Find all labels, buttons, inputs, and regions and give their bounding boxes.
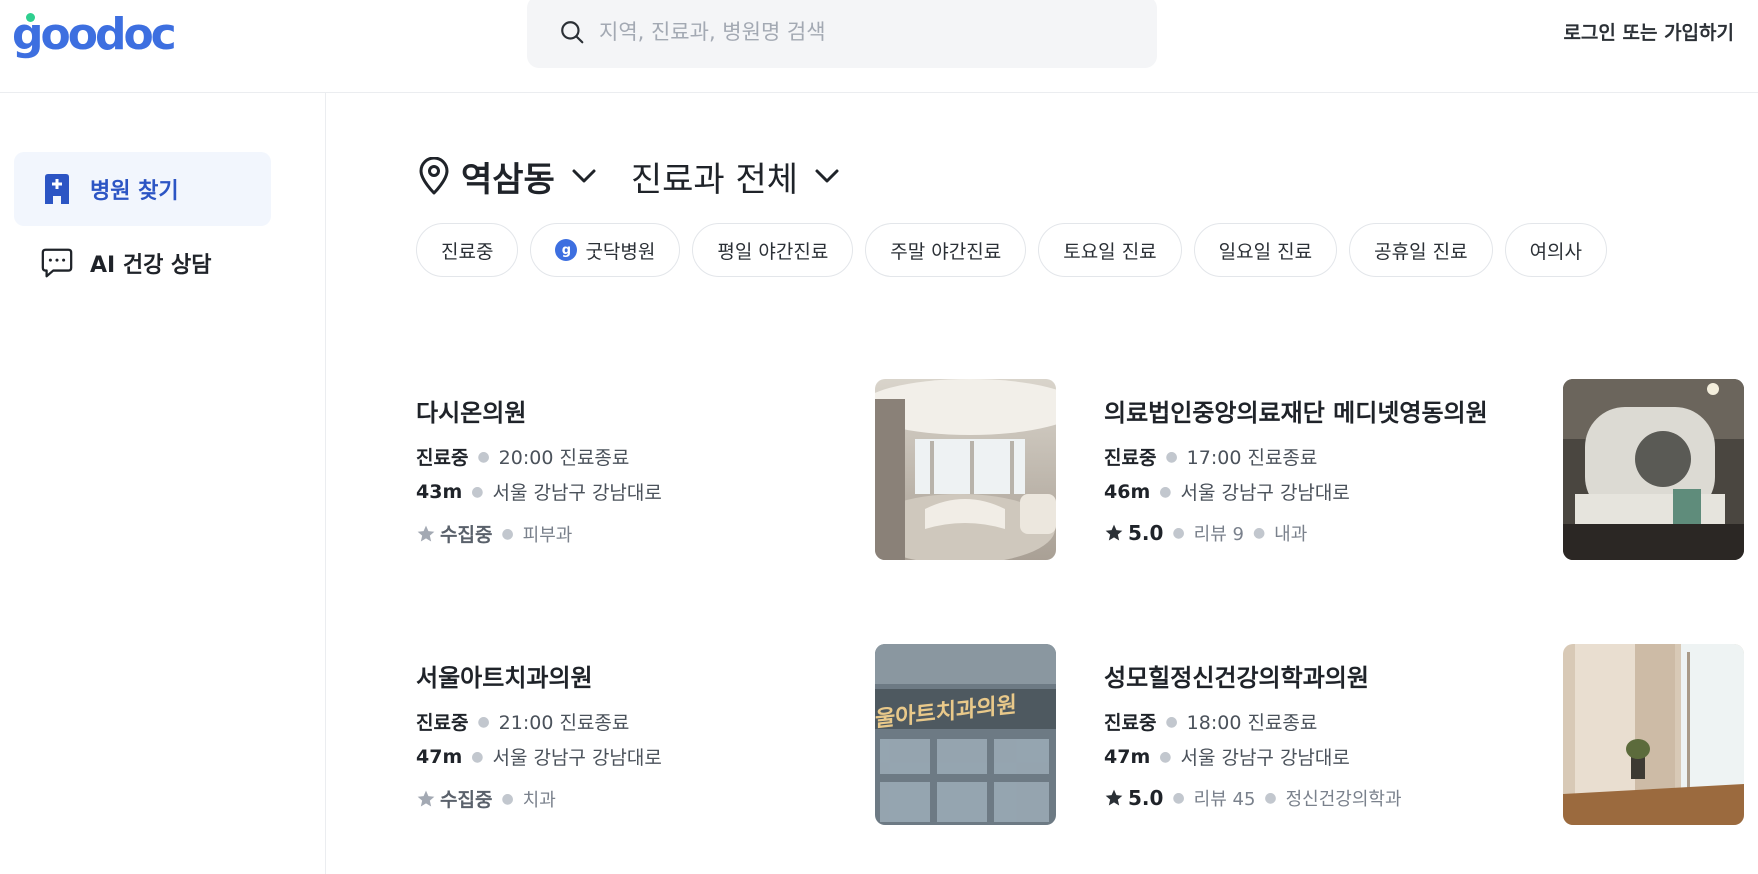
hours-line: 진료중 ● 20:00 진료종료 — [416, 443, 629, 470]
hospital-icon — [40, 172, 74, 206]
address: 서울 강남구 강남대로 — [1180, 482, 1350, 504]
chip-holiday[interactable]: 공휴일 진료 — [1349, 223, 1493, 277]
address-line: 47m ● 서울 강남구 강남대로 — [1104, 743, 1350, 770]
sidebar-item-label: AI 건강 상담 — [90, 253, 212, 278]
hospital-photo — [1563, 379, 1744, 560]
hospital-card[interactable]: 다시온의원 진료중 ● 20:00 진료종료 43m ● 서울 강남구 강남대로 수집중… — [416, 379, 1056, 561]
hospital-name: 성모힐정신건강의학과의원 — [1104, 664, 1369, 692]
main-content: 역삼동 진료과 전체 진료중 g 굿닥병원 평일 야간진료 주말 야간진료 토요일… — [327, 93, 1758, 874]
login-link[interactable]: 로그인 또는 가입하기 — [1563, 18, 1734, 45]
open-status: 진료중 — [416, 712, 469, 734]
hours-line: 진료중 ● 17:00 진료종료 — [1104, 443, 1317, 470]
goodoc-logo[interactable]: goodoc — [12, 9, 177, 60]
star-icon — [417, 525, 435, 541]
hospital-name: 의료법인중앙의료재단 메디넷영동의원 — [1104, 399, 1488, 427]
sidebar-item-label: 병원 찾기 — [90, 179, 179, 204]
meta-line: 수집중 ● 치과 — [416, 785, 556, 812]
closing-time: 20:00 진료종료 — [498, 447, 630, 469]
department: 내과 — [1274, 524, 1308, 545]
address: 서울 강남구 강남대로 — [492, 482, 662, 504]
distance: 47m — [416, 745, 463, 768]
chip-goodoc-hospital[interactable]: g 굿닥병원 — [530, 223, 681, 277]
hospital-name: 다시온의원 — [416, 399, 527, 427]
rating: 5.0 — [1128, 521, 1164, 545]
sidebar-item-ai-consult[interactable]: AI 건강 상담 — [14, 226, 271, 300]
chevron-down-icon[interactable] — [814, 168, 840, 184]
search-icon — [561, 21, 584, 44]
rating: 수집중 — [440, 789, 493, 811]
address-line: 43m ● 서울 강남구 강남대로 — [416, 478, 662, 505]
rating: 수집중 — [440, 524, 493, 546]
meta-line: 5.0 ● 리뷰 9 ● 내과 — [1104, 520, 1307, 546]
open-status: 진료중 — [416, 447, 469, 469]
top-header: goodoc 로그인 또는 가입하기 — [0, 0, 1758, 93]
chip-open-now[interactable]: 진료중 — [416, 223, 519, 277]
meta-line: 5.0 ● 리뷰 45 ● 정신건강의학과 — [1104, 785, 1402, 811]
search-bar[interactable] — [527, 0, 1157, 68]
logo-dot — [26, 13, 35, 22]
hospital-photo: 울아트치과의원 — [875, 644, 1056, 825]
hospital-card[interactable]: 의료법인중앙의료재단 메디넷영동의원 진료중 ● 17:00 진료종료 46m ● 서울… — [1104, 379, 1744, 561]
filter-chips: 진료중 g 굿닥병원 평일 야간진료 주말 야간진료 토요일 진료 일요일 진료 … — [416, 223, 1608, 277]
department: 정신건강의학과 — [1285, 789, 1402, 810]
star-icon — [417, 790, 435, 806]
address-line: 46m ● 서울 강남구 강남대로 — [1104, 478, 1350, 505]
closing-time: 17:00 진료종료 — [1186, 447, 1318, 469]
chip-female-doctor[interactable]: 여의사 — [1504, 223, 1608, 277]
meta-line: 수집중 ● 피부과 — [416, 520, 572, 547]
location-pin-icon — [419, 157, 449, 195]
address-line: 47m ● 서울 강남구 강남대로 — [416, 743, 662, 770]
address: 서울 강남구 강남대로 — [1180, 747, 1350, 769]
distance: 47m — [1104, 745, 1151, 768]
distance: 43m — [416, 480, 463, 503]
hours-line: 진료중 ● 21:00 진료종료 — [416, 708, 629, 735]
hospital-photo — [1563, 644, 1744, 825]
department-selector[interactable]: 진료과 전체 — [631, 152, 798, 201]
hospital-name: 서울아트치과의원 — [416, 664, 593, 692]
chevron-down-icon[interactable] — [571, 168, 597, 184]
hospital-card[interactable]: 성모힐정신건강의학과의원 진료중 ● 18:00 진료종료 47m ● 서울 강남구 강… — [1104, 644, 1744, 826]
chat-icon — [40, 246, 74, 280]
department: 피부과 — [522, 524, 573, 546]
open-status: 진료중 — [1104, 712, 1157, 734]
hours-line: 진료중 ● 18:00 진료종료 — [1104, 708, 1317, 735]
review-count: 리뷰 45 — [1193, 789, 1256, 810]
star-icon — [1105, 789, 1123, 806]
sidebar: 병원 찾기 AI 건강 상담 — [0, 93, 326, 874]
review-count: 리뷰 9 — [1193, 524, 1244, 545]
logo-text: goodoc — [12, 9, 177, 60]
hospital-photo — [875, 379, 1056, 560]
hospital-card[interactable]: 서울아트치과의원 진료중 ● 21:00 진료종료 47m ● 서울 강남구 강남대로 … — [416, 644, 1056, 826]
open-status: 진료중 — [1104, 447, 1157, 469]
closing-time: 21:00 진료종료 — [498, 712, 630, 734]
chip-sunday[interactable]: 일요일 진료 — [1193, 223, 1338, 277]
rating: 5.0 — [1128, 786, 1164, 810]
chip-weekday-night[interactable]: 평일 야간진료 — [692, 223, 854, 277]
distance: 46m — [1104, 480, 1151, 503]
address: 서울 강남구 강남대로 — [492, 747, 662, 769]
goodoc-badge-icon: g — [555, 239, 578, 261]
location-selector[interactable]: 역삼동 — [461, 152, 555, 201]
chip-weekend-night[interactable]: 주말 야간진료 — [865, 223, 1027, 277]
chip-saturday[interactable]: 토요일 진료 — [1038, 223, 1182, 277]
search-input[interactable] — [599, 20, 1119, 44]
closing-time: 18:00 진료종료 — [1186, 712, 1318, 734]
star-icon — [1105, 524, 1123, 541]
department: 치과 — [522, 789, 556, 811]
filter-header: 역삼동 진료과 전체 — [417, 151, 840, 201]
sidebar-item-hospital-search[interactable]: 병원 찾기 — [14, 152, 271, 226]
